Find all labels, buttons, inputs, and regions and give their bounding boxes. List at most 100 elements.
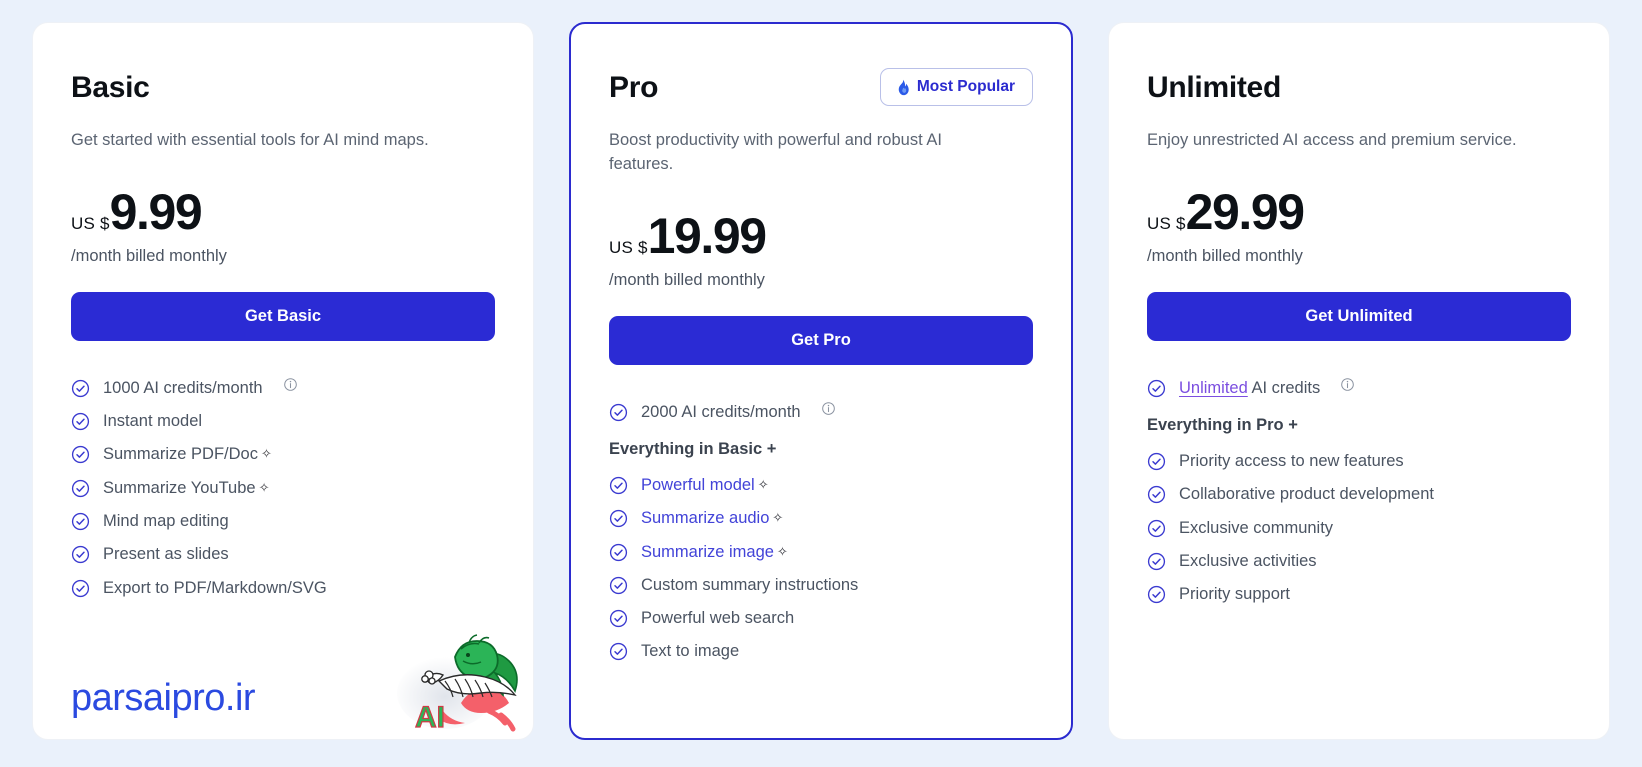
- info-circle-icon[interactable]: [1340, 377, 1355, 392]
- price-block: US $9.99/month billed monthly: [71, 187, 495, 266]
- plan-card-unlimited: Unlimited Enjoy unrestricted AI access an…: [1108, 22, 1610, 740]
- feature-label: Unlimited AI credits: [1179, 378, 1321, 397]
- feature-label: Mind map editing: [103, 511, 229, 530]
- cta-button-unlimited[interactable]: Get Unlimited: [1147, 291, 1571, 341]
- billing-note: /month billed monthly: [71, 246, 227, 265]
- feature-label: Priority access to new features: [1179, 452, 1404, 471]
- check-circle-icon: [1147, 552, 1166, 571]
- check-circle-icon: [1147, 485, 1166, 504]
- most-popular-badge: Most Popular: [879, 68, 1033, 106]
- feature-item: Summarize YouTube ✧: [71, 477, 495, 499]
- feature-list: Unlimited AI credits Everything in Pro + P…: [1147, 377, 1571, 606]
- check-circle-icon: [71, 512, 90, 531]
- feature-item: Summarize PDF/Doc ✧: [71, 443, 495, 465]
- feature-group-heading: Everything in Pro +: [1147, 416, 1298, 435]
- check-circle-icon: [71, 479, 90, 498]
- sparkle-icon: ✧: [258, 479, 270, 495]
- feature-label[interactable]: Summarize image ✧: [641, 541, 788, 563]
- check-circle-icon: [1147, 452, 1166, 471]
- feature-item: Export to PDF/Markdown/SVG: [71, 577, 495, 599]
- check-circle-icon: [1147, 585, 1166, 604]
- feature-item: Exclusive activities: [1147, 550, 1571, 572]
- sparkle-icon: ✧: [772, 510, 784, 526]
- feature-item: Collaborative product development: [1147, 483, 1571, 505]
- watermark-logo-icon: AI: [383, 615, 533, 735]
- check-circle-icon: [71, 445, 90, 464]
- feature-highlight: Unlimited: [1179, 378, 1248, 397]
- feature-item: Priority access to new features: [1147, 450, 1571, 472]
- feature-label: Exclusive activities: [1179, 551, 1317, 570]
- badge-label: Most Popular: [916, 78, 1015, 95]
- plan-name: Basic: [71, 70, 150, 104]
- plan-card-pro: Pro Most Popular Boost productivity with p…: [569, 22, 1073, 740]
- pricing-plans-grid: Basic Get started with essential tools fo…: [0, 0, 1642, 767]
- sparkle-icon: ✧: [776, 543, 788, 559]
- feature-item: Instant model: [71, 410, 495, 432]
- feature-label: Present as slides: [103, 545, 229, 564]
- feature-label: Instant model: [103, 412, 203, 431]
- check-circle-icon: [1147, 379, 1166, 398]
- feature-item: Priority support: [1147, 583, 1571, 605]
- plan-tagline: Boost productivity with powerful and rob…: [609, 131, 942, 173]
- feature-item: 2000 AI credits/month: [609, 401, 1033, 423]
- plan-name: Unlimited: [1147, 70, 1281, 104]
- plan-tagline: Enjoy unrestricted AI access and premium…: [1147, 131, 1517, 149]
- info-circle-icon[interactable]: [821, 401, 836, 416]
- check-circle-icon: [609, 543, 628, 562]
- feature-item: Mind map editing: [71, 510, 495, 532]
- feature-item: Present as slides: [71, 543, 495, 565]
- price-currency: US $: [71, 213, 110, 233]
- feature-label: Priority support: [1179, 585, 1290, 604]
- plan-card-basic: Basic Get started with essential tools fo…: [32, 22, 534, 740]
- watermark-text: parsaipro.ir: [71, 677, 256, 719]
- feature-label: Summarize PDF/Doc ✧: [103, 445, 272, 464]
- check-circle-icon: [609, 642, 628, 661]
- feature-label: Powerful web search: [641, 609, 795, 628]
- feature-item: Unlimited AI credits: [1147, 377, 1571, 399]
- price-currency: US $: [609, 237, 648, 257]
- check-circle-icon: [1147, 519, 1166, 538]
- feature-label: Collaborative product development: [1179, 485, 1434, 504]
- check-circle-icon: [71, 545, 90, 564]
- feature-item: 1000 AI credits/month: [71, 377, 495, 399]
- check-circle-icon: [609, 609, 628, 628]
- cta-button-pro[interactable]: Get Pro: [609, 315, 1033, 365]
- plan-header: Pro Most Popular: [609, 67, 1033, 107]
- check-circle-icon: [609, 403, 628, 422]
- feature-label[interactable]: Summarize audio ✧: [641, 507, 783, 529]
- feature-label: Export to PDF/Markdown/SVG: [103, 578, 327, 597]
- feature-label: Exclusive community: [1179, 518, 1334, 537]
- check-circle-icon: [71, 579, 90, 598]
- feature-label: Custom summary instructions: [641, 575, 859, 594]
- price-row: US $9.99: [71, 187, 495, 237]
- sparkle-icon: ✧: [260, 446, 272, 462]
- price-block: US $19.99/month billed monthly: [609, 211, 1033, 290]
- price-row: US $19.99: [609, 211, 1033, 261]
- feature-item: Custom summary instructions: [609, 574, 1033, 596]
- price-row: US $29.99: [1147, 187, 1571, 237]
- check-circle-icon: [71, 379, 90, 398]
- feature-group-heading: Everything in Basic +: [609, 440, 777, 459]
- price-amount: 9.99: [109, 183, 203, 240]
- check-circle-icon: [71, 412, 90, 431]
- feature-item: Summarize image ✧: [609, 541, 1033, 563]
- feature-label: Text to image: [641, 642, 740, 661]
- check-circle-icon: [609, 576, 628, 595]
- flame-icon: [895, 79, 910, 96]
- check-circle-icon: [609, 509, 628, 528]
- feature-label: 2000 AI credits/month: [641, 402, 801, 421]
- feature-item: Powerful model ✧: [609, 474, 1033, 496]
- plan-header: Unlimited: [1147, 67, 1571, 107]
- site-watermark: parsaipro.ir: [71, 677, 256, 719]
- feature-label: Summarize YouTube ✧: [103, 478, 270, 497]
- cta-button-basic[interactable]: Get Basic: [71, 291, 495, 341]
- plan-name: Pro: [609, 70, 659, 104]
- feature-item: Exclusive community: [1147, 517, 1571, 539]
- plan-tagline: Get started with essential tools for AI …: [71, 131, 429, 149]
- feature-label[interactable]: Powerful model ✧: [641, 474, 769, 496]
- info-circle-icon[interactable]: [283, 377, 298, 392]
- price-block: US $29.99/month billed monthly: [1147, 187, 1571, 266]
- billing-note: /month billed monthly: [609, 270, 765, 289]
- feature-item: Text to image: [609, 640, 1033, 662]
- feature-list: 2000 AI credits/month Everything in Basic…: [609, 401, 1033, 663]
